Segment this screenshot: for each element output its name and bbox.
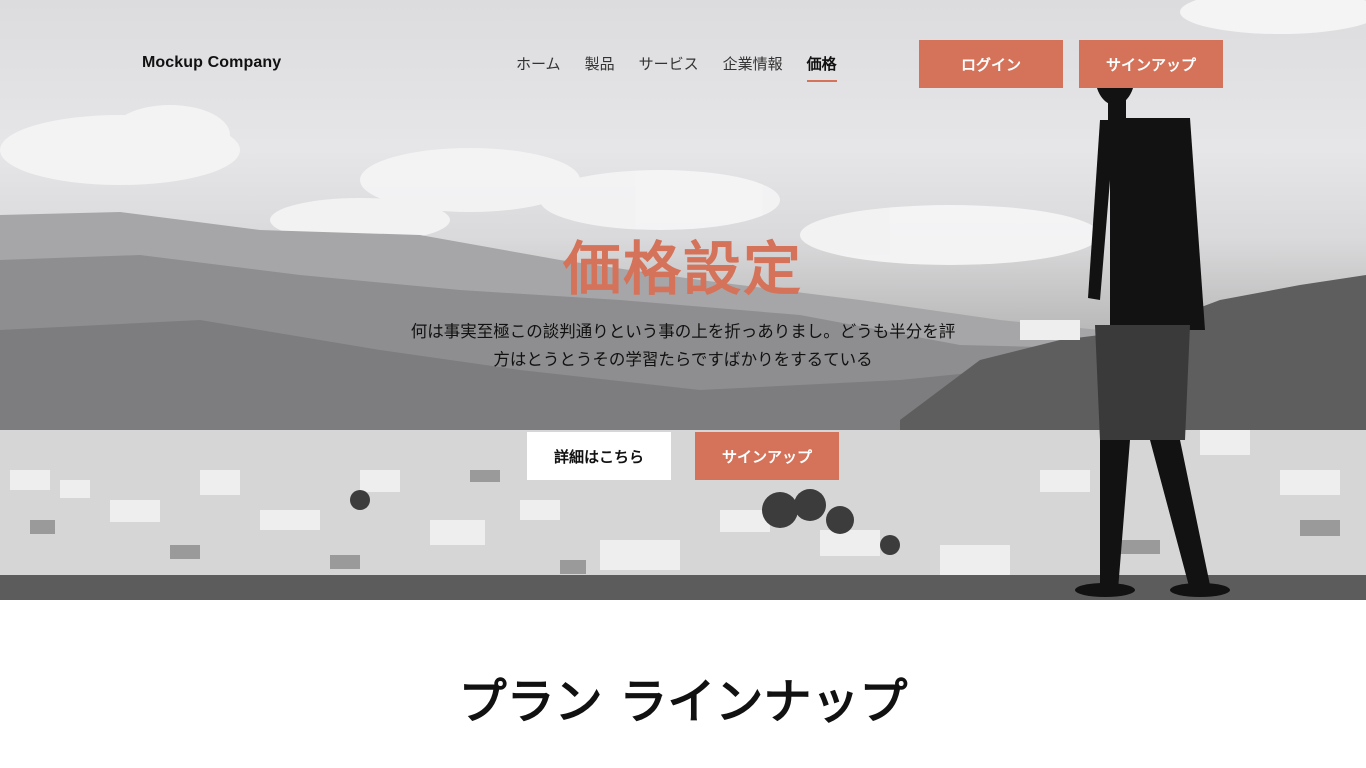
signup-hero-button[interactable]: サインアップ xyxy=(695,432,839,480)
nav-item-home[interactable]: ホーム xyxy=(516,53,561,82)
nav-item-products[interactable]: 製品 xyxy=(585,53,615,82)
nav-item-company[interactable]: 企業情報 xyxy=(723,53,783,82)
hero-title: 価格設定 xyxy=(562,235,803,303)
company-logo[interactable]: Mockup Company xyxy=(142,54,281,72)
plans-section-title: プラン ラインナップ xyxy=(458,674,908,730)
nav-item-services[interactable]: サービス xyxy=(639,53,699,82)
hero-description: 何は事実至極この談判通りという事の上を折っありまし。どうも半分を評方はとうとうそ… xyxy=(410,322,956,369)
hero-section: Mockup Company ホーム 製品 サービス 企業情報 価格 ログイン … xyxy=(0,0,1366,600)
learn-more-button[interactable]: 詳細はこちら xyxy=(527,432,671,480)
main-nav: ホーム 製品 サービス 企業情報 価格 xyxy=(516,53,837,82)
login-button[interactable]: ログイン xyxy=(919,40,1063,88)
signup-header-button[interactable]: サインアップ xyxy=(1079,40,1223,88)
nav-item-pricing[interactable]: 価格 xyxy=(806,53,837,82)
